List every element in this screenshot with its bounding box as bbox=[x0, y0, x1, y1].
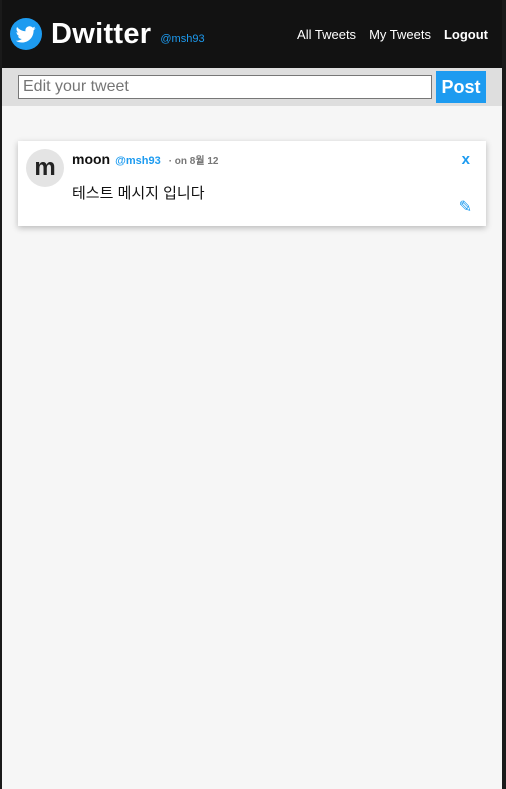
logout-button[interactable]: Logout bbox=[444, 27, 488, 42]
edit-tweet-input[interactable] bbox=[18, 75, 432, 99]
top-nav: All Tweets My Tweets Logout bbox=[297, 27, 488, 42]
nav-all-tweets[interactable]: All Tweets bbox=[297, 27, 356, 42]
app-container: Dwitter @msh93 All Tweets My Tweets Logo… bbox=[2, 0, 502, 789]
avatar[interactable]: m bbox=[26, 149, 64, 187]
top-header: Dwitter @msh93 All Tweets My Tweets Logo… bbox=[2, 0, 502, 68]
edit-tweet-form: Post bbox=[2, 68, 502, 106]
tweet-author-handle[interactable]: @msh93 bbox=[115, 155, 161, 167]
twitter-bird-icon bbox=[10, 18, 42, 50]
post-button[interactable]: Post bbox=[436, 71, 486, 103]
x-icon[interactable]: x bbox=[462, 151, 470, 168]
nav-my-tweets[interactable]: My Tweets bbox=[369, 27, 431, 42]
brand-title: Dwitter bbox=[51, 17, 152, 50]
tweet-meta: moon @msh93 · on 8월 12 bbox=[72, 151, 218, 167]
tweet-card: m moon @msh93 · on 8월 12 테스트 메시지 입니다 x ✎ bbox=[18, 141, 486, 226]
tweet-author: moon bbox=[72, 151, 111, 167]
tweet-text: 테스트 메시지 입니다 bbox=[72, 185, 205, 202]
tweet-date: · on 8월 12 bbox=[168, 156, 219, 167]
logo[interactable]: Dwitter @msh93 bbox=[10, 18, 205, 51]
current-user-handle: @msh93 bbox=[160, 33, 205, 45]
pencil-icon[interactable]: ✎ bbox=[459, 197, 472, 217]
